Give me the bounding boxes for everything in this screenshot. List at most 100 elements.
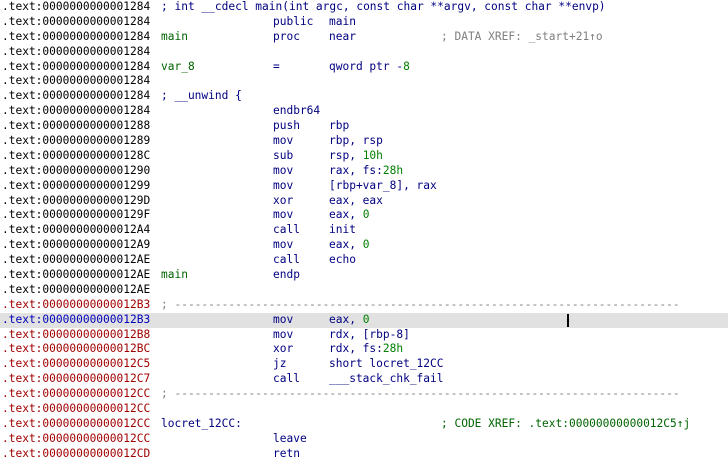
instruction-operand[interactable]: eax, 0 [329,313,369,328]
line-address[interactable]: .text:00000000000012B8 [2,328,150,343]
listing-line[interactable]: .text:0000000000001284 endbr64 [0,104,728,119]
listing-line[interactable]: .text:000000000000129F mov eax, 0 [0,208,728,223]
instruction-operand[interactable]: echo [329,253,356,268]
listing-line[interactable]: .text:00000000000012CC ; ----------------… [0,387,728,402]
listing-line[interactable]: .text:0000000000001288 push rbp [0,119,728,134]
instruction[interactable]: call echo [273,253,356,268]
instruction[interactable]: call init [273,223,356,238]
instruction-operand[interactable]: short locret_12CC [329,357,444,372]
instruction[interactable]: mov eax, 0 [273,238,369,253]
line-address[interactable]: .text:0000000000001289 [2,134,150,149]
listing-line[interactable]: .text:00000000000012AE [0,283,728,298]
xref-comment[interactable]: ; DATA XREF: _start+21↑o [441,30,603,45]
listing-line[interactable]: .text:00000000000012CC [0,402,728,417]
line-address[interactable]: .text:00000000000012B3 [2,298,150,313]
code-label[interactable]: locret_12CC: [161,417,242,432]
listing-line[interactable]: .text:00000000000012CC locret_12CC: ; CODE… [0,417,728,432]
instruction[interactable]: endbr64 [273,104,320,119]
listing-line[interactable]: .text:0000000000001284 main proc near ; DATA… [0,30,728,45]
instruction-operand[interactable]: near [329,30,356,45]
line-address[interactable]: .text:000000000000129F [2,208,150,223]
instruction[interactable]: leave [273,432,307,447]
listing-line[interactable]: .text:0000000000001284 [0,45,728,60]
instruction-operand[interactable]: qword ptr -8 [329,60,410,75]
instruction[interactable]: proc near [273,30,356,45]
instruction-operand[interactable]: rbp, rsp [329,134,383,149]
instruction[interactable]: mov eax, 0 [273,313,369,328]
line-address[interactable]: .text:00000000000012CC [2,387,150,402]
listing-line[interactable]: .text:00000000000012B8 mov rdx, [rbp-8] [0,328,728,343]
instruction[interactable]: xor rdx, fs:28h [273,342,403,357]
instruction[interactable]: retn [273,447,300,462]
listing-line[interactable]: .text:00000000000012BC xor rdx, fs:28h [0,342,728,357]
listing-line[interactable]: .text:00000000000012AE main endp [0,268,728,283]
line-address[interactable]: .text:000000000000128C [2,149,150,164]
line-address[interactable]: .text:0000000000001284 [2,45,150,60]
instruction[interactable]: xor eax, eax [273,194,383,209]
instruction-operand[interactable]: main [329,15,356,30]
instruction[interactable]: sub rsp, 10h [273,149,383,164]
instruction[interactable]: push rbp [273,119,349,134]
instruction[interactable]: mov rax, fs:28h [273,164,403,179]
instruction[interactable]: mov rdx, [rbp-8] [273,328,410,343]
line-address[interactable]: .text:00000000000012C5 [2,357,150,372]
instruction-operand[interactable]: rax, fs:28h [329,164,403,179]
instruction-operand[interactable]: rdx, [rbp-8] [329,328,410,343]
disassembly-listing[interactable]: .text:0000000000001284; int __cdecl main… [0,0,728,466]
instruction[interactable]: jz short locret_12CC [273,357,444,372]
instruction-operand[interactable]: init [329,223,356,238]
instruction-operand[interactable]: eax, 0 [329,238,369,253]
line-address[interactable]: .text:00000000000012AE [2,283,150,298]
instruction-operand[interactable]: [rbp+var_8], rax [329,179,437,194]
listing-line[interactable]: .text:00000000000012A4 call init [0,223,728,238]
instruction-operand[interactable]: eax, 0 [329,208,369,223]
line-address[interactable]: .text:00000000000012CC [2,402,150,417]
instruction-operand[interactable]: rdx, fs:28h [329,342,403,357]
instruction-operand[interactable]: ___stack_chk_fail [329,372,444,387]
line-address[interactable]: .text:0000000000001284 [2,30,150,45]
line-address[interactable]: .text:00000000000012AE [2,253,150,268]
line-address[interactable]: .text:00000000000012A9 [2,238,150,253]
instruction[interactable]: = qword ptr -8 [273,60,410,75]
line-address[interactable]: .text:00000000000012AE [2,268,150,283]
instruction[interactable]: mov eax, 0 [273,208,369,223]
listing-line[interactable]: .text:0000000000001299 mov [rbp+var_8], ra… [0,179,728,194]
listing-line[interactable]: .text:00000000000012AE call echo [0,253,728,268]
listing-line[interactable]: .text:00000000000012B3 mov eax, 0 [0,312,728,328]
line-address[interactable]: .text:00000000000012A4 [2,223,150,238]
line-address[interactable]: .text:0000000000001299 [2,179,150,194]
instruction[interactable]: endp [273,268,300,283]
line-address[interactable]: .text:000000000000129D [2,194,150,209]
line-address[interactable]: .text:0000000000001284 [2,104,150,119]
line-address[interactable]: .text:0000000000001284 [2,89,150,104]
code-label[interactable]: main [161,268,188,283]
code-label[interactable]: var_8 [161,60,195,75]
line-address[interactable]: .text:00000000000012CD [2,447,150,462]
line-address[interactable]: .text:0000000000001288 [2,119,150,134]
listing-line[interactable]: .text:00000000000012B3 ; ----------------… [0,298,728,313]
listing-line[interactable]: .text:0000000000001284 public main [0,15,728,30]
code-label[interactable]: main [161,30,188,45]
listing-line[interactable]: .text:0000000000001284 ; __unwind { [0,89,728,104]
line-address[interactable]: .text:0000000000001284 [2,15,150,30]
listing-line[interactable]: .text:0000000000001289 mov rbp, rsp [0,134,728,149]
line-address[interactable]: .text:00000000000012CC [2,417,150,432]
instruction[interactable]: mov rbp, rsp [273,134,383,149]
line-address[interactable]: .text:0000000000001284 [2,74,150,89]
instruction[interactable]: call ___stack_chk_fail [273,372,444,387]
line-address[interactable]: .text:00000000000012B3 [2,313,150,328]
line-address[interactable]: .text:00000000000012C7 [2,372,150,387]
line-address[interactable]: .text:00000000000012CC [2,432,150,447]
line-address[interactable]: .text:0000000000001284 [2,60,150,75]
line-address[interactable]: .text:0000000000001290 [2,164,150,179]
listing-line[interactable]: .text:0000000000001284 ; int __cdecl main… [0,0,728,15]
xref-comment[interactable]: ; CODE XREF: .text:00000000000012C5↑j [441,417,690,432]
listing-line[interactable]: .text:00000000000012A9 mov eax, 0 [0,238,728,253]
line-address[interactable]: .text:00000000000012BC [2,342,150,357]
instruction-operand[interactable]: rbp [329,119,349,134]
listing-line[interactable]: .text:000000000000129D xor eax, eax [0,194,728,209]
listing-line[interactable]: .text:0000000000001290 mov rax, fs:28h [0,164,728,179]
listing-line[interactable]: .text:00000000000012CD retn [0,447,728,462]
instruction-operand[interactable]: rsp, 10h [329,149,383,164]
line-address[interactable]: .text:0000000000001284 [2,0,150,15]
